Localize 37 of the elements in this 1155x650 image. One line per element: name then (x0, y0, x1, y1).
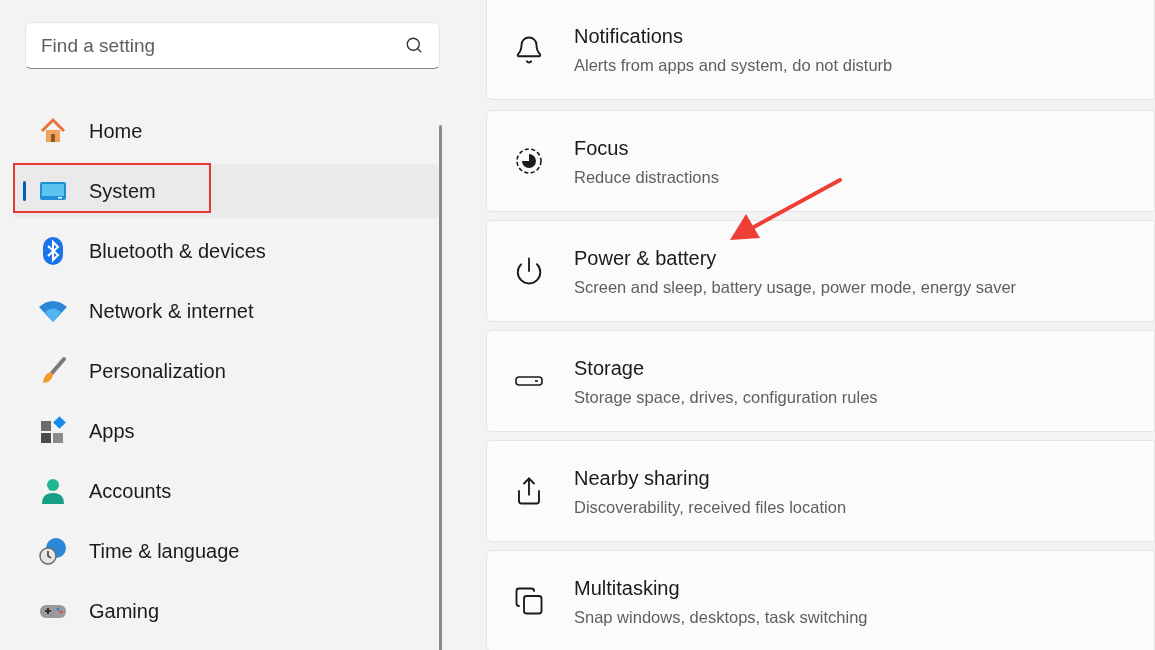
bell-icon (514, 34, 544, 65)
nav-item[interactable]: Personalization (13, 344, 440, 398)
setting-description: Snap windows, desktops, task switching (574, 606, 868, 628)
setting-title: Power & battery (574, 245, 718, 271)
setting-title: Notifications (574, 24, 684, 50)
nav-item[interactable]: Accounts (13, 464, 440, 518)
setting-card[interactable]: Notifications Alerts from apps and system, do not disturb (486, 0, 1155, 100)
nav-item[interactable]: Home (13, 104, 440, 158)
setting-card[interactable]: Power & battery Screen and sleep, battery usage, power mode, energy saver (486, 220, 1155, 322)
setting-title: Nearby sharing (574, 465, 711, 491)
nav-item[interactable]: Gaming (13, 584, 440, 638)
scrollbar-thumb[interactable] (439, 125, 442, 650)
setting-card[interactable]: Storage Storage space, drives, configuration rules (486, 330, 1155, 432)
nav-item[interactable]: Bluetooth & devices (13, 224, 440, 278)
apps-icon (38, 416, 68, 446)
nav-item[interactable]: Apps (13, 404, 440, 458)
setting-description: Discoverability, received files location (574, 496, 847, 518)
nav-item[interactable]: System (13, 164, 440, 218)
focus-icon (514, 146, 544, 176)
selection-indicator (23, 181, 26, 201)
clock-globe-icon (38, 536, 68, 566)
search-icon (405, 36, 423, 54)
nav-item[interactable]: Time & language (13, 524, 440, 578)
setting-title: Storage (574, 355, 646, 381)
setting-description: Reduce distractions (574, 166, 719, 188)
setting-title: Multitasking (574, 575, 681, 601)
setting-card[interactable]: Nearby sharing Discoverability, received files location (486, 440, 1155, 542)
search-field[interactable]: Find a setting (25, 22, 440, 69)
windows-icon (514, 586, 544, 616)
setting-description: Storage space, drives, configuration rules (574, 386, 878, 408)
power-icon (514, 256, 544, 286)
setting-card[interactable]: Multitasking Snap windows, desktops, task switching (486, 550, 1155, 650)
setting-description: Alerts from apps and system, do not disturb (574, 55, 893, 77)
setting-card[interactable]: Focus Reduce distractions (486, 110, 1155, 212)
nav-item[interactable]: Network & internet (13, 284, 440, 338)
setting-title: Focus (574, 135, 630, 161)
setting-description: Screen and sleep, battery usage, power mode, energy saver (574, 276, 1017, 298)
